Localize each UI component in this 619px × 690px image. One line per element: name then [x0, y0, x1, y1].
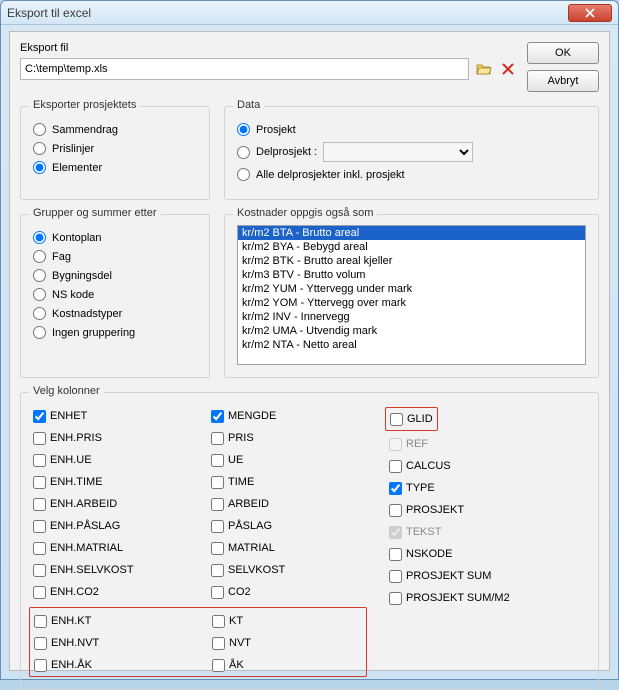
browse-button[interactable]	[475, 60, 493, 78]
ok-button[interactable]: OK	[527, 42, 599, 64]
radio-ingen[interactable]: Ingen gruppering	[33, 326, 197, 339]
file-label: Eksport fil	[20, 42, 517, 54]
checkbox-nskode[interactable]: NSKODE	[389, 545, 539, 563]
radio-prosjekt[interactable]: Prosjekt	[237, 123, 586, 136]
list-item[interactable]: kr/m2 INV - Innervegg	[238, 310, 585, 324]
close-button[interactable]	[568, 4, 612, 22]
radio-kontoplan[interactable]: Kontoplan	[33, 231, 197, 244]
export-group-title: Eksporter prosjektets	[29, 99, 140, 111]
checkbox-pris[interactable]: PRIS	[211, 429, 361, 447]
highlight-box-glid: GLID	[385, 407, 438, 431]
checkbox-prosjekt-sum[interactable]: PROSJEKT SUM	[389, 567, 539, 585]
radio-prislinjer[interactable]: Prislinjer	[33, 142, 197, 155]
list-item[interactable]: kr/m2 BTA - Brutto areal	[238, 226, 585, 240]
list-item[interactable]: kr/m2 YOM - Yttervegg over mark	[238, 296, 585, 310]
delprosjekt-dropdown[interactable]	[323, 142, 473, 162]
checkbox-red-col-1: ENH.KT ENH.NVT ENH.ÅK	[34, 612, 184, 674]
file-path-input[interactable]	[20, 58, 469, 80]
list-item[interactable]: kr/m2 NTA - Netto areal	[238, 338, 585, 352]
checkbox-red-col-2: KT NVT ÅK	[212, 612, 362, 674]
checkbox-prosjekt-sum-m2[interactable]: PROSJEKT SUM/M2	[389, 589, 539, 607]
radio-bygningsdel[interactable]: Bygningsdel	[33, 269, 197, 282]
checkbox-column-2: MENGDE PRIS UE TIME ARBEID PÅSLAG MATRIAL SELVK…	[211, 407, 361, 607]
checkbox-enh-ue[interactable]: ENH.UE	[33, 451, 183, 469]
titlebar: Eksport til excel	[1, 1, 618, 25]
data-group-title: Data	[233, 99, 264, 111]
checkbox-p-slag[interactable]: PÅSLAG	[211, 517, 361, 535]
checkbox-column-3: GLID REF CALCUS TYPE PROSJEKT TEKST NSKODE PROS…	[389, 407, 539, 607]
checkbox-ue[interactable]: UE	[211, 451, 361, 469]
kostnader-listbox[interactable]: kr/m2 BTA - Brutto arealkr/m2 BYA - Beby…	[237, 225, 586, 365]
kolonner-group: Velg kolonner ENHETENH.PRISENH.UEENH.TIM…	[20, 392, 599, 690]
client-area: Eksport fil OK Avbryt	[9, 31, 610, 671]
export-group: Eksporter prosjektets Sammendrag Prislin…	[20, 106, 210, 200]
checkbox-enh-matrial[interactable]: ENH.MATRIAL	[33, 539, 183, 557]
radio-elementer[interactable]: Elementer	[33, 161, 197, 174]
kostnader-group: Kostnader oppgis også som kr/m2 BTA - Br…	[224, 214, 599, 378]
checkbox-type[interactable]: TYPE	[389, 479, 539, 497]
kolonner-group-title: Velg kolonner	[29, 385, 104, 397]
checkbox-enh-k[interactable]: ENH.ÅK	[34, 656, 184, 674]
checkbox-tekst: TEKST	[389, 523, 539, 541]
checkbox-arbeid[interactable]: ARBEID	[211, 495, 361, 513]
checkbox-enh-arbeid[interactable]: ENH.ARBEID	[33, 495, 183, 513]
checkbox-co2[interactable]: CO2	[211, 583, 361, 601]
checkbox-enh-co2[interactable]: ENH.CO2	[33, 583, 183, 601]
list-item[interactable]: kr/m2 BTK - Brutto areal kjeller	[238, 254, 585, 268]
radio-delprosjekt[interactable]: Delprosjekt :	[237, 142, 586, 162]
checkbox-mengde[interactable]: MENGDE	[211, 407, 361, 425]
checkbox-column-1: ENHET ENH.PRIS ENH.UE ENH.TIME ENH.ARBEID ENH…	[33, 407, 183, 607]
checkbox--k[interactable]: ÅK	[212, 656, 362, 674]
data-group: Data Prosjekt Delprosjekt : Alle delpros…	[224, 106, 599, 200]
checkbox-kt[interactable]: KT	[212, 612, 362, 630]
radio-sammendrag[interactable]: Sammendrag	[33, 123, 197, 136]
x-icon	[501, 62, 515, 76]
list-item[interactable]: kr/m2 YUM - Yttervegg under mark	[238, 282, 585, 296]
folder-open-icon	[476, 62, 492, 76]
kostnader-group-title: Kostnader oppgis også som	[233, 207, 377, 219]
checkbox-enh-p-slag[interactable]: ENH.PÅSLAG	[33, 517, 183, 535]
highlight-box-bottom: ENH.KT ENH.NVT ENH.ÅK KT NVT ÅK	[29, 607, 367, 677]
checkbox-enh-nvt[interactable]: ENH.NVT	[34, 634, 184, 652]
close-icon	[585, 8, 595, 18]
clear-button[interactable]	[499, 60, 517, 78]
checkbox-enh-pris[interactable]: ENH.PRIS	[33, 429, 183, 447]
checkbox-nvt[interactable]: NVT	[212, 634, 362, 652]
checkbox-calcus[interactable]: CALCUS	[389, 457, 539, 475]
checkbox-enh-selvkost[interactable]: ENH.SELVKOST	[33, 561, 183, 579]
checkbox-prosjekt[interactable]: PROSJEKT	[389, 501, 539, 519]
dialog-window: Eksport til excel Eksport fil	[0, 0, 619, 680]
checkbox-enh-kt[interactable]: ENH.KT	[34, 612, 184, 630]
radio-fag[interactable]: Fag	[33, 250, 197, 263]
radio-nskode[interactable]: NS kode	[33, 288, 197, 301]
checkbox-glid[interactable]: GLID	[390, 410, 433, 428]
radio-kostnadstyper[interactable]: Kostnadstyper	[33, 307, 197, 320]
checkbox-ref: REF	[389, 435, 539, 453]
grupper-group: Grupper og summer etter Kontoplan Fag By…	[20, 214, 210, 378]
window-title: Eksport til excel	[7, 6, 91, 20]
checkbox-selvkost[interactable]: SELVKOST	[211, 561, 361, 579]
checkbox-matrial[interactable]: MATRIAL	[211, 539, 361, 557]
radio-alle[interactable]: Alle delprosjekter inkl. prosjekt	[237, 168, 586, 181]
cancel-button[interactable]: Avbryt	[527, 70, 599, 92]
checkbox-time[interactable]: TIME	[211, 473, 361, 491]
list-item[interactable]: kr/m2 UMA - Utvendig mark	[238, 324, 585, 338]
list-item[interactable]: kr/m2 BYA - Bebygd areal	[238, 240, 585, 254]
grupper-group-title: Grupper og summer etter	[29, 207, 161, 219]
checkbox-enh-time[interactable]: ENH.TIME	[33, 473, 183, 491]
checkbox-enhet[interactable]: ENHET	[33, 407, 183, 425]
list-item[interactable]: kr/m3 BTV - Brutto volum	[238, 268, 585, 282]
